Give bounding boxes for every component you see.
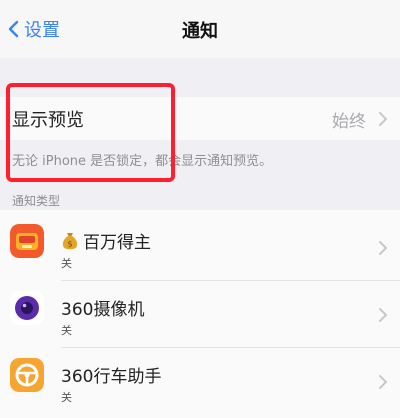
money-bag-icon: $ <box>61 231 79 251</box>
app-status: 关 <box>61 257 72 270</box>
chevron-right-icon <box>378 240 388 256</box>
app-name-text: 360行车助手 <box>61 367 162 387</box>
preview-footnote: 无论 iPhone 是否锁定，都会显示通知预览。 <box>12 154 273 169</box>
show-preview-row[interactable]: 显示预览 始终 <box>0 97 400 140</box>
app-status: 关 <box>61 391 72 404</box>
section-header: 通知类型 <box>12 194 61 208</box>
chevron-right-icon <box>378 307 388 323</box>
app-row-360-drive-assistant[interactable]: 360行车助手 关 <box>0 348 400 412</box>
app-name: 360行车助手 <box>61 362 161 387</box>
app-status: 关 <box>61 324 72 337</box>
svg-text:$: $ <box>67 239 72 248</box>
page-title: 通知 <box>182 21 218 42</box>
app-name-text: 360摄像机 <box>61 300 145 320</box>
chevron-right-icon <box>378 374 388 390</box>
show-preview-value: 始终 <box>332 112 366 132</box>
app-row-360-camera[interactable]: 360摄像机 关 <box>0 281 400 345</box>
chevron-right-icon <box>378 111 388 127</box>
app-name: $ 百万得主 <box>61 228 151 253</box>
360-drive-assistant-app-icon <box>10 358 44 392</box>
app-name: 360摄像机 <box>61 295 144 320</box>
navigation-bar: 设置 通知 <box>0 0 400 58</box>
show-preview-label: 显示预览 <box>12 110 84 131</box>
app-row-baiwan[interactable]: $ 百万得主 关 <box>0 214 400 278</box>
app-name-text: 百万得主 <box>83 233 151 253</box>
360-camera-app-icon <box>10 291 44 325</box>
app-list: $ 百万得主 关 360摄像机 关 360行车助手 关 <box>0 210 400 418</box>
baiwan-app-icon <box>10 224 44 258</box>
